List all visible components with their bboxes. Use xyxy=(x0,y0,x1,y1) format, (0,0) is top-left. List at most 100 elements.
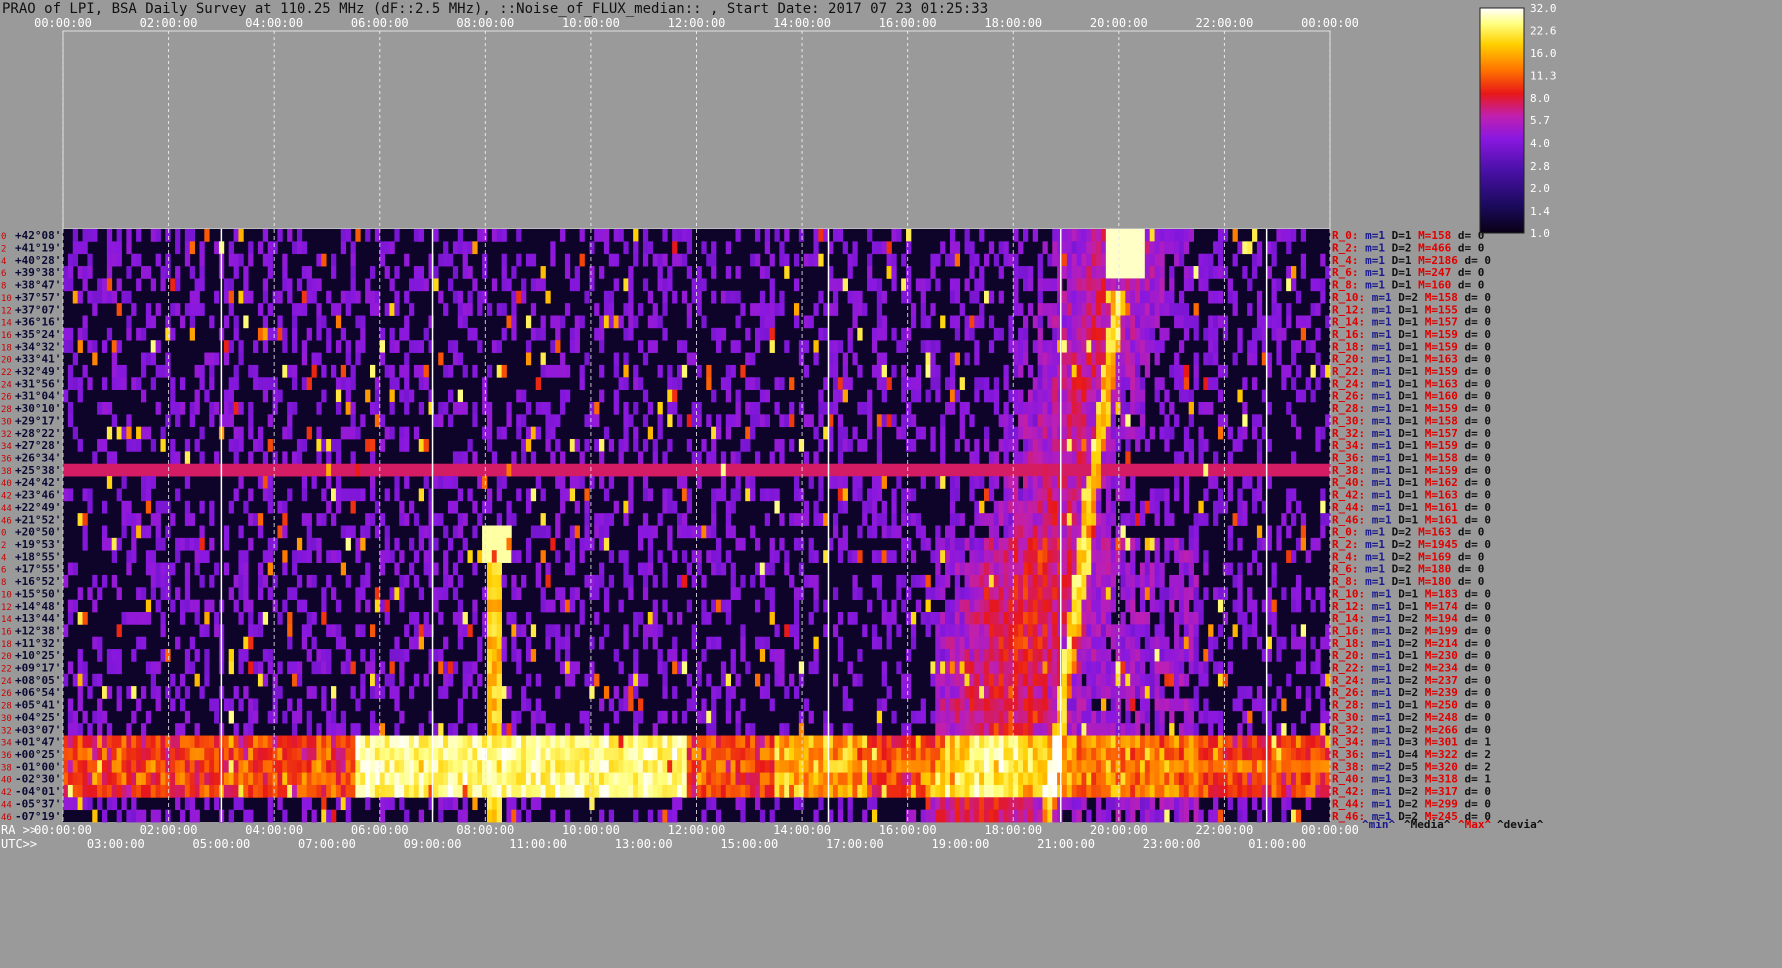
heatmap-cell xyxy=(204,352,210,366)
heatmap-cell xyxy=(1027,525,1034,539)
heatmap-cell xyxy=(993,451,1000,465)
heatmap-cell xyxy=(633,315,639,329)
heatmap-cell xyxy=(959,686,965,699)
heatmap-cell xyxy=(243,587,249,601)
heatmap-cell xyxy=(525,426,532,440)
heatmap-cell xyxy=(292,723,298,736)
heatmap-cell xyxy=(623,698,629,712)
heatmap-cell xyxy=(1144,278,1151,292)
heatmap-cell xyxy=(1027,426,1034,440)
heatmap-cell xyxy=(443,525,449,539)
heatmap-cell xyxy=(399,364,405,378)
heatmap-cell xyxy=(803,451,809,465)
heatmap-cell xyxy=(472,500,478,514)
heatmap-cell xyxy=(560,476,566,489)
heatmap-cell xyxy=(1164,439,1170,452)
heatmap-cell xyxy=(1071,377,1077,390)
heatmap-cell xyxy=(248,414,254,428)
heatmap-cell xyxy=(496,723,502,736)
heatmap-cell xyxy=(1047,315,1053,329)
heatmap-cell xyxy=(1086,364,1092,378)
heatmap-cell xyxy=(745,426,751,440)
heatmap-cell xyxy=(1130,587,1136,601)
heatmap-cell xyxy=(301,488,308,502)
heatmap-cell xyxy=(257,476,264,489)
heatmap-cell xyxy=(1286,364,1292,378)
heatmap-cell xyxy=(818,253,824,267)
heatmap-cell xyxy=(711,290,717,304)
heatmap-cell xyxy=(340,327,347,341)
heatmap-cell xyxy=(1237,574,1243,588)
heatmap-cell xyxy=(1203,401,1209,415)
heatmap-cell xyxy=(1110,624,1116,638)
heatmap-cell xyxy=(594,587,600,601)
heatmap-cell xyxy=(467,624,473,638)
heatmap-cell xyxy=(1183,303,1190,316)
heatmap-cell xyxy=(1188,537,1194,551)
heatmap-cell xyxy=(1071,266,1077,279)
heatmap-cell xyxy=(496,550,502,563)
heatmap-cell xyxy=(394,562,400,576)
heatmap-cell xyxy=(189,241,195,255)
heatmap-cell xyxy=(311,352,317,366)
heatmap-cell xyxy=(92,710,98,724)
heatmap-cell xyxy=(1120,253,1126,267)
heatmap-cell xyxy=(72,599,79,613)
heatmap-cell xyxy=(462,253,468,267)
heatmap-cell xyxy=(696,673,702,687)
heatmap-cell xyxy=(189,513,195,526)
heatmap-cell xyxy=(662,686,668,699)
heatmap-cell xyxy=(1183,377,1190,390)
heatmap-cell xyxy=(296,303,303,316)
heatmap-cell xyxy=(1164,463,1170,477)
heatmap-cell xyxy=(1057,364,1063,378)
heatmap-cell xyxy=(837,500,844,514)
heatmap-cell xyxy=(111,574,117,588)
heatmap-cell xyxy=(472,599,478,613)
heatmap-cell xyxy=(1110,229,1116,242)
heatmap-cell xyxy=(491,562,498,576)
heatmap-cell xyxy=(1032,439,1039,452)
heatmap-cell xyxy=(413,673,420,687)
heatmap-cell xyxy=(871,550,878,563)
heatmap-cell xyxy=(525,649,532,662)
heatmap-cell xyxy=(1105,574,1112,588)
heatmap-cell xyxy=(282,513,288,526)
heatmap-cell xyxy=(97,673,103,687)
heatmap-cell xyxy=(1052,611,1058,625)
heatmap-cell xyxy=(1198,278,1204,292)
heatmap-cell xyxy=(940,315,946,329)
heatmap-cell xyxy=(184,439,191,452)
heatmap-cell xyxy=(1105,290,1112,304)
heatmap-cell xyxy=(292,451,298,465)
heatmap-cell xyxy=(628,698,634,712)
heatmap-cell xyxy=(1081,229,1087,242)
heatmap-cell xyxy=(1047,513,1053,526)
heatmap-cell xyxy=(730,574,736,588)
heatmap-cell xyxy=(389,327,395,341)
heatmap-cell xyxy=(857,463,863,477)
heatmap-cell xyxy=(418,278,424,292)
heatmap-cell xyxy=(1037,661,1043,675)
heatmap-cell xyxy=(116,649,122,662)
heatmap-cell xyxy=(677,364,683,378)
heatmap-cell xyxy=(1286,229,1292,242)
heatmap-cell xyxy=(1110,426,1116,440)
heatmap-cell xyxy=(126,550,132,563)
heatmap-cell xyxy=(1164,241,1170,255)
heatmap-cell xyxy=(906,735,912,749)
heatmap-cell xyxy=(935,340,941,353)
heatmap-cell xyxy=(906,537,912,551)
heatmap-cell xyxy=(818,488,824,502)
heatmap-cell xyxy=(243,574,249,588)
heatmap-cell xyxy=(404,253,410,267)
heatmap-cell xyxy=(759,488,766,502)
heatmap-cell xyxy=(228,463,234,477)
heatmap-cell xyxy=(301,377,308,390)
heatmap-cell xyxy=(326,710,332,724)
heatmap-cell xyxy=(564,266,571,279)
heatmap-cell xyxy=(540,327,546,341)
heatmap-cell xyxy=(813,599,819,613)
heatmap-cell xyxy=(1286,315,1292,329)
heatmap-cell xyxy=(618,229,624,242)
